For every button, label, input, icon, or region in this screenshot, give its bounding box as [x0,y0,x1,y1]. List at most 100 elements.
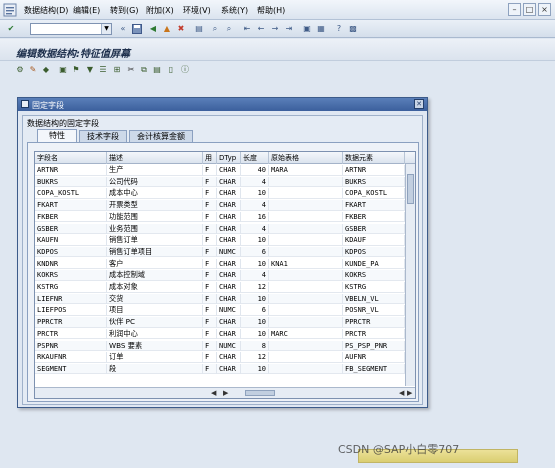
cell-field-name[interactable]: PRCTR [35,328,107,339]
menu-help[interactable]: 帮助(H) [257,5,285,16]
scroll-right-icon[interactable]: ▶ [223,389,228,397]
menu-environment[interactable]: 环境(V) [183,5,211,16]
close-icon[interactable]: ✕ [414,99,424,109]
table-row[interactable]: PRCTR 利润中心 F CHAR 10 MARC PRCTR [35,328,415,340]
cell-description[interactable]: 销售订单 [107,235,203,246]
column-header-origin-table[interactable]: 原始表格 [269,152,343,164]
cancel-icon[interactable]: ✖ [176,24,186,34]
cell-description[interactable]: 业务范围 [107,223,203,234]
cell-data-element[interactable]: FKART [343,200,405,211]
cell-length[interactable]: 4 [241,200,269,211]
cell-dtype[interactable]: CHAR [217,165,241,175]
where-used-icon[interactable]: ☰ [98,65,108,75]
cell-length[interactable]: 10 [241,328,269,339]
check-icon[interactable]: ▣ [58,65,68,75]
cell-origin-table[interactable] [269,293,343,304]
cell-usage[interactable]: F [203,293,217,304]
cell-length[interactable]: 10 [241,235,269,246]
cell-length[interactable]: 10 [241,188,269,199]
cell-description[interactable]: 开票类型 [107,200,203,211]
table-row[interactable]: FKART 开票类型 F CHAR 4 FKART [35,200,415,211]
cell-origin-table[interactable] [269,352,343,363]
column-header-dtype[interactable]: DTyp [217,152,241,164]
cell-data-element[interactable]: FB_SEGMENT [343,363,405,374]
cell-dtype[interactable]: CHAR [217,235,241,246]
other-object-icon[interactable]: ⚙ [15,65,25,75]
menu-edit[interactable]: 编辑(E) [73,5,100,16]
cell-length[interactable]: 4 [241,270,269,281]
cell-field-name[interactable]: KAUFN [35,235,107,246]
cell-description[interactable]: WBS 要素 [107,340,203,351]
cell-length[interactable]: 10 [241,293,269,304]
cell-field-name[interactable]: GSBER [35,223,107,234]
cell-length[interactable]: 4 [241,223,269,234]
activate-icon[interactable]: ⚑ [71,65,81,75]
last-page-icon[interactable]: ⇥ [284,24,294,34]
cell-usage[interactable]: F [203,246,217,257]
save-icon[interactable] [132,24,142,34]
table-row[interactable]: FKBER 功能范围 F CHAR 16 FKBER [35,211,415,223]
active-inactive-icon[interactable]: ◆ [41,65,51,75]
command-field[interactable]: ▼ [30,23,112,35]
cell-dtype[interactable]: CHAR [217,200,241,211]
table-row[interactable]: ARTNR 生产 F CHAR 40 MARA ARTNR [35,165,415,176]
cell-origin-table[interactable] [269,270,343,281]
cell-origin-table[interactable] [269,176,343,187]
cell-field-name[interactable]: PSPNR [35,340,107,351]
cell-dtype[interactable]: NUMC [217,246,241,257]
cell-usage[interactable]: F [203,270,217,281]
cell-description[interactable]: 利润中心 [107,328,203,339]
cell-usage[interactable]: F [203,352,217,363]
cell-data-element[interactable]: PRCTR [343,328,405,339]
cell-data-element[interactable]: COPA_KOSTL [343,188,405,199]
cell-origin-table[interactable] [269,235,343,246]
cell-dtype[interactable]: CHAR [217,176,241,187]
cell-usage[interactable]: F [203,200,217,211]
new-session-icon[interactable]: ▣ [302,24,312,34]
scroll-right-icon[interactable]: ▶ [407,389,412,397]
column-header-length[interactable]: 长度 [241,152,269,164]
cell-description[interactable]: 成本中心 [107,188,203,199]
horizontal-scrollbar[interactable]: ◀ ▶ ◀ ▶ [35,387,415,398]
cell-usage[interactable]: F [203,165,217,175]
copy-icon[interactable]: ⧉ [139,65,149,75]
cell-data-element[interactable]: PPRCTR [343,317,405,328]
cell-origin-table[interactable] [269,282,343,292]
minimize-icon[interactable]: – [508,3,521,16]
cell-length[interactable]: 6 [241,246,269,257]
scroll-left-icon[interactable]: ◀ [399,389,404,397]
cell-field-name[interactable]: RKAUFNR [35,352,107,363]
cell-description[interactable]: 项目 [107,305,203,316]
cell-dtype[interactable]: CHAR [217,317,241,328]
table-row[interactable]: KDPOS 销售订单项目 F NUMC 6 KDPOS [35,246,415,258]
cell-field-name[interactable]: FKBER [35,211,107,222]
tab-characteristics[interactable]: 特性 [37,129,77,143]
cell-data-element[interactable]: KUNDE_PA [343,258,405,269]
table-row[interactable]: PPRCTR 伙伴 PC F CHAR 10 PPRCTR [35,317,415,328]
shortcut-icon[interactable]: ▦ [316,24,326,34]
column-header-data-element[interactable]: 数据元素 [343,152,405,164]
cell-field-name[interactable]: KNDNR [35,258,107,269]
cell-data-element[interactable]: ARTNR [343,165,405,175]
first-page-icon[interactable]: ⇤ [242,24,252,34]
table-row[interactable]: GSBER 业务范围 F CHAR 4 GSBER [35,223,415,234]
cell-data-element[interactable]: KDAUF [343,235,405,246]
cell-dtype[interactable]: CHAR [217,188,241,199]
table-row[interactable]: SEGMENT 段 F CHAR 10 FB_SEGMENT [35,363,415,375]
cell-dtype[interactable]: CHAR [217,282,241,292]
cell-origin-table[interactable] [269,223,343,234]
vertical-scrollbar[interactable] [405,164,415,386]
menu-goto[interactable]: 转到(G) [110,5,138,16]
scroll-thumb[interactable] [407,174,414,204]
cell-length[interactable]: 4 [241,176,269,187]
table-row[interactable]: LIEFNR 交货 F CHAR 10 VBELN_VL [35,293,415,305]
cell-origin-table[interactable] [269,340,343,351]
cell-data-element[interactable]: KOKRS [343,270,405,281]
cell-data-element[interactable]: FKBER [343,211,405,222]
cell-length[interactable]: 12 [241,352,269,363]
next-page-icon[interactable]: → [270,24,280,34]
cell-usage[interactable]: F [203,340,217,351]
cell-field-name[interactable]: KSTRG [35,282,107,292]
cell-origin-table[interactable] [269,246,343,257]
cell-dtype[interactable]: NUMC [217,340,241,351]
